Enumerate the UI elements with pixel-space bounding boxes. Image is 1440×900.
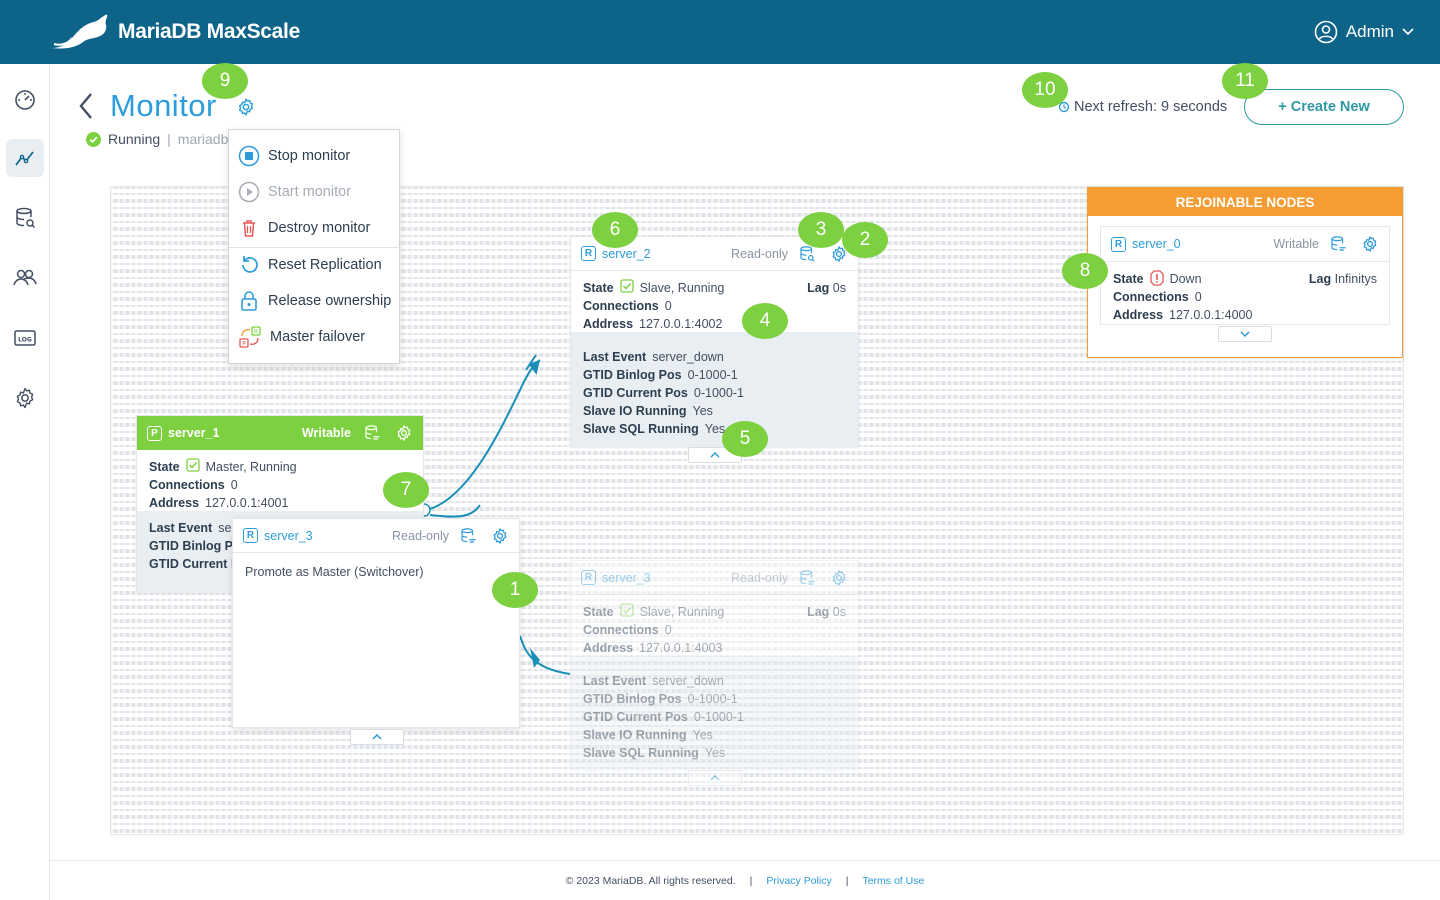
gear-icon[interactable] [395,424,413,442]
query-editor-icon[interactable] [798,569,816,587]
node-summary: State Down Lag Infinitys Connections 0 A… [1113,270,1377,322]
rejoinable-nodes-panel: REJOINABLE NODES R server_0 Writable Sta… [1087,187,1403,358]
node-state: Slave, Running [639,281,725,295]
node-name[interactable]: server_3 [264,529,313,543]
node-header[interactable]: R server_0 Writable [1101,227,1389,262]
callout-marker: 1 [492,572,538,608]
callout-marker: 4 [742,303,788,339]
node-role: Read-only [731,570,788,585]
trash-icon [243,220,255,237]
callout-marker: 6 [592,212,638,248]
alert-icon [1149,270,1164,286]
node-details: Last Event server_down GTID Binlog Pos 0… [571,656,858,771]
rejoinable-title: REJOINABLE NODES [1088,188,1402,216]
menu-item-destroy-monitor[interactable]: Destroy monitor [229,212,401,244]
chevron-up-icon [372,734,382,740]
chevron-down-icon [1240,331,1250,337]
footer-separator: | [845,874,849,887]
node-lag: Infinitys [1334,272,1377,286]
chevron-up-icon [710,452,720,458]
callout-marker: 11 [1222,63,1268,99]
node-lag: 0s [832,605,846,619]
replica-badge-icon: R [581,570,596,585]
node-summary: State Slave, Running Lag 0s Connections … [583,279,846,331]
reset-icon [242,256,258,273]
node-role: Read-only [731,246,788,261]
node-role: Read-only [392,528,449,543]
query-editor-icon[interactable] [1329,235,1347,253]
node-details: Last Event server_down GTID Binlog Pos 0… [571,332,858,448]
menu-item-reset-replication[interactable]: Reset Replication [229,249,401,281]
node-state: Down [1169,272,1202,286]
menu-item-start-monitor[interactable]: Start monitor [229,176,401,208]
menu-item-master-failover[interactable]: RP Master failover [229,321,401,353]
callout-marker: 3 [798,212,844,248]
footer-separator: | [749,874,753,887]
menu-divider [229,247,401,248]
callout-marker: 2 [842,222,888,258]
callout-marker: 10 [1022,72,1068,108]
node-name[interactable]: server_2 [602,247,651,261]
node-header[interactable]: R server_3 Read-only [233,519,519,553]
collapse-details-button[interactable] [688,770,742,786]
callout-marker: 7 [383,472,429,508]
node-lag: 0s [832,281,846,295]
dragging-node-server-3[interactable]: R server_3 Read-only Promote as Master (… [232,518,520,728]
callout-marker: 5 [722,421,768,457]
primary-badge-icon: P [147,425,162,441]
node-state: Slave, Running [639,605,725,619]
node-summary: State Slave, Running Lag 0s Connections … [583,603,846,655]
node-name[interactable]: server_1 [168,426,219,440]
menu-item-stop-monitor[interactable]: Stop monitor [229,140,401,172]
lock-icon [241,291,257,311]
replica-badge-icon: R [1111,236,1126,252]
node-name[interactable]: server_3 [602,571,651,585]
node-card-server-3[interactable]: R server_3 Read-only State Slave, Runnin… [570,560,859,771]
query-editor-icon[interactable] [459,527,477,545]
node-state: Master, Running [205,460,297,474]
menu-item-release-ownership[interactable]: Release ownership [229,285,401,317]
node-role: Writable [1273,237,1319,251]
expand-details-button[interactable] [1218,326,1272,342]
chevron-up-icon [710,775,720,781]
node-header[interactable]: R server_3 Read-only [571,561,858,595]
node-name[interactable]: server_0 [1132,237,1181,251]
footer: © 2023 MariaDB. All rights reserved. | P… [50,860,1440,900]
node-header[interactable]: P server_1 Writable [137,416,423,450]
node-summary: State Master, Running Connections 0 Addr… [149,458,297,510]
check-icon [619,279,634,293]
gear-icon[interactable] [830,569,848,587]
check-icon [619,603,634,617]
callout-marker: 9 [202,63,248,99]
svg-text:P: P [242,341,246,348]
stop-icon [238,145,260,167]
collapse-details-button[interactable] [350,729,404,745]
gear-icon[interactable] [491,527,509,545]
gear-icon[interactable] [1361,235,1379,253]
copyright-text: © 2023 MariaDB. All rights reserved. [565,874,736,887]
replica-badge-icon: R [243,528,258,543]
node-role: Writable [301,426,351,440]
node-card-server-0[interactable]: R server_0 Writable State Down Lag Infin… [1100,226,1390,325]
node-card-server-2[interactable]: R server_2 Read-only State Slave, Runnin… [570,236,859,448]
check-icon [185,458,200,472]
replica-badge-icon: R [581,246,596,261]
privacy-policy-link[interactable]: Privacy Policy [766,875,831,887]
terms-of-use-link[interactable]: Terms of Use [862,875,924,887]
query-editor-icon[interactable] [363,424,381,442]
svg-text:R: R [254,329,258,336]
failover-icon: RP [239,326,261,348]
monitor-actions-menu: Stop monitor Start monitor Destroy monit… [228,129,401,364]
callout-marker: 8 [1062,253,1108,289]
switchover-hint: Promote as Master (Switchover) [245,565,424,579]
play-icon [238,181,260,203]
